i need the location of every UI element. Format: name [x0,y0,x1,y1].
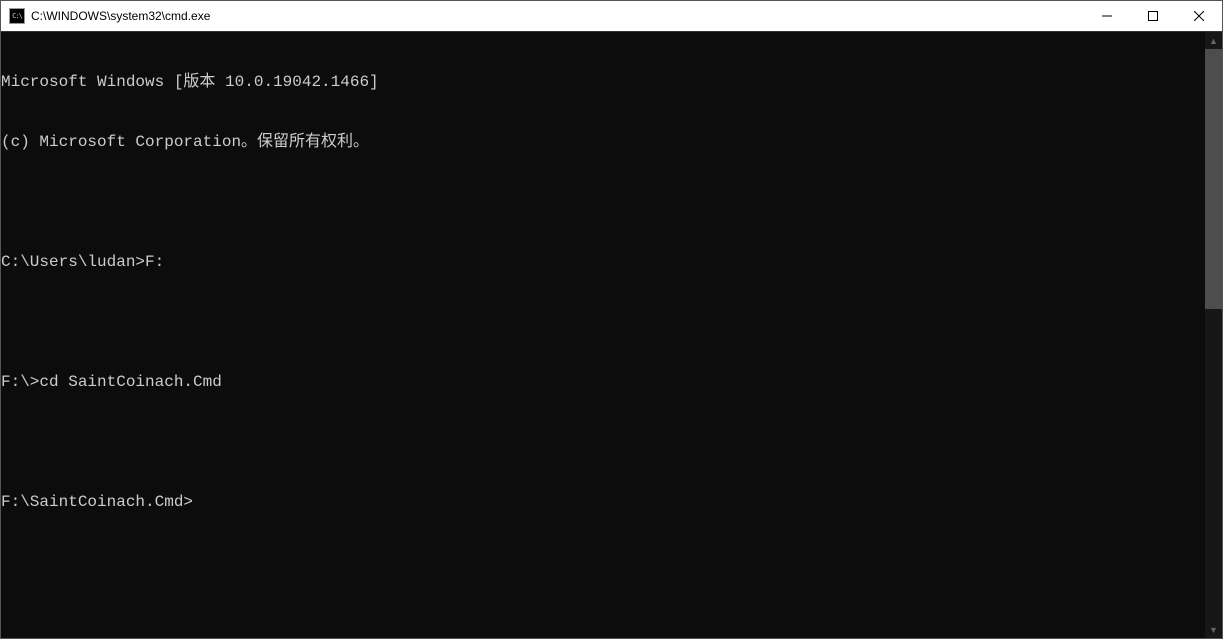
terminal-line: (c) Microsoft Corporation。保留所有权利。 [1,132,1205,152]
minimize-icon [1102,11,1112,21]
scroll-thumb[interactable] [1205,49,1222,309]
terminal-line: F:\>cd SaintCoinach.Cmd [1,372,1205,392]
terminal-line [1,192,1205,212]
terminal-line [1,312,1205,332]
maximize-icon [1148,11,1158,21]
terminal-prompt: F:\SaintCoinach.Cmd> [1,492,1205,512]
titlebar[interactable]: C:\ C:\WINDOWS\system32\cmd.exe [1,1,1222,32]
scroll-down-arrow-icon[interactable]: ▼ [1205,621,1222,638]
window-title: C:\WINDOWS\system32\cmd.exe [31,9,1084,23]
minimize-button[interactable] [1084,1,1130,31]
vertical-scrollbar[interactable]: ▲ ▼ [1205,32,1222,638]
window-controls [1084,1,1222,31]
cmd-icon: C:\ [9,8,25,24]
terminal-container: Microsoft Windows [版本 10.0.19042.1466] (… [1,32,1222,638]
terminal-line: Microsoft Windows [版本 10.0.19042.1466] [1,72,1205,92]
scroll-up-arrow-icon[interactable]: ▲ [1205,32,1222,49]
terminal-line: C:\Users\ludan>F: [1,252,1205,272]
maximize-button[interactable] [1130,1,1176,31]
close-button[interactable] [1176,1,1222,31]
terminal-output[interactable]: Microsoft Windows [版本 10.0.19042.1466] (… [1,32,1205,638]
terminal-line [1,432,1205,452]
close-icon [1194,11,1204,21]
scroll-track[interactable] [1205,49,1222,621]
